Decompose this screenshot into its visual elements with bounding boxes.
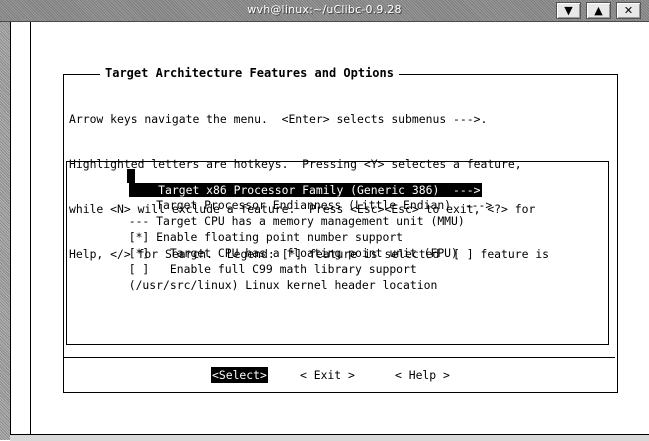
terminal-inner-border — [30, 22, 31, 434]
help-button[interactable]: < Help > — [395, 367, 450, 383]
menu-item-kernel-headers[interactable]: (/usr/src/linux) Linux kernel header loc… — [115, 263, 438, 292]
menu-item-label: (/usr/src/linux) Linux kernel header loc… — [128, 278, 438, 292]
dialog-divider — [64, 357, 615, 358]
minimize-button[interactable]: ▼ — [556, 2, 581, 19]
menu-item-c99-math[interactable]: [ ] Enable full C99 math library support — [115, 247, 417, 276]
dialog-button-row: <Select> < Exit > < Help > — [64, 367, 615, 383]
window-left-border — [0, 22, 10, 440]
menu-item-floating-point[interactable]: [*] Enable floating point number support — [115, 215, 403, 244]
window-title: wvh@linux:~/uClibc-0.9.28 — [247, 3, 402, 16]
close-button[interactable]: ✕ — [616, 2, 641, 19]
help-line: Arrow keys navigate the menu. <Enter> se… — [69, 112, 488, 126]
window-titlebar[interactable]: wvh@linux:~/uClibc-0.9.28 ▼ ▲ ✕ — [0, 0, 649, 22]
select-button[interactable]: <Select> — [211, 367, 268, 383]
maximize-button[interactable]: ▲ — [586, 2, 611, 19]
menu-item-endianness[interactable]: Target Processor Endianness (Little Endi… — [115, 183, 492, 212]
exit-button[interactable]: < Exit > — [300, 367, 355, 383]
menu-item-fpu[interactable]: [*] Target CPU has a floating point unit… — [115, 231, 458, 260]
menu-item-processor-family[interactable]: Target x86 Processor Family (Generic 386… — [115, 168, 483, 197]
dialog-title: Target Architecture Features and Options — [100, 66, 399, 80]
menu-item-mmu[interactable]: --- Target CPU has a memory management u… — [115, 199, 465, 228]
